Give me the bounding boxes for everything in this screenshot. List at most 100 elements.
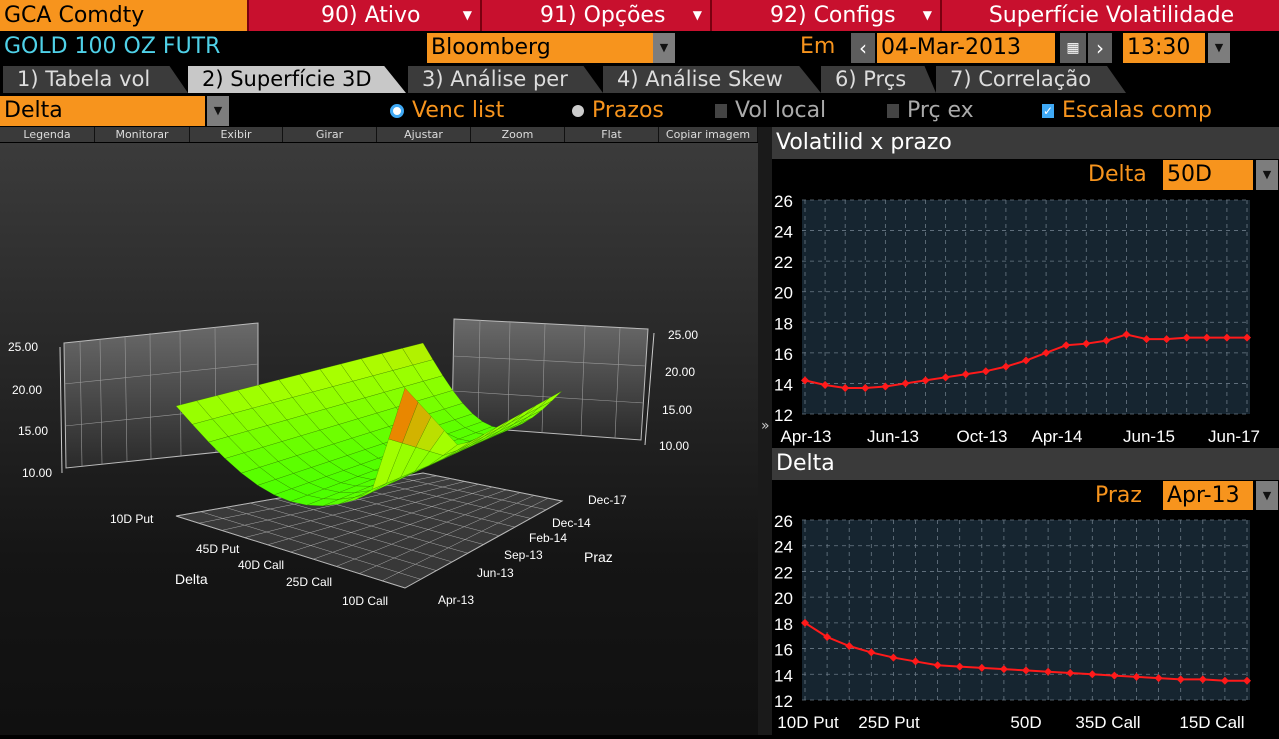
panel2-selector-label: Praz <box>1095 483 1142 508</box>
toolbar-girar[interactable]: Girar <box>283 127 377 142</box>
source-select[interactable]: Bloomberg <box>427 33 653 63</box>
y-tick-label: 22 <box>774 253 793 272</box>
y-tick-label: 18 <box>774 314 793 333</box>
window-title: Superfície Volatilidade <box>940 0 1279 31</box>
menu-ativo[interactable]: 90) Ativo ▼ <box>247 0 480 31</box>
tab-correlacao[interactable]: 7) Correlação <box>936 66 1126 93</box>
panel-delta-title: Delta <box>772 448 1279 480</box>
menu-configs[interactable]: 92) Configs ▼ <box>710 0 940 31</box>
panel1-selector-label: Delta <box>1088 162 1147 187</box>
y-tick-label: 20 <box>774 284 793 303</box>
z-axis-right: 25.00 20.00 15.00 10.00 <box>644 328 698 453</box>
x-tick-label: Oct-13 <box>956 427 1007 446</box>
delta-tick: 10D Call <box>342 594 388 608</box>
menu-ativo-label: 90) Ativo <box>321 3 421 28</box>
y-tick-label: 14 <box>774 666 793 685</box>
x-tick-label: Jun-17 <box>1208 427 1260 446</box>
toolbar-flat[interactable]: Flat <box>565 127 659 142</box>
delta-axis-label: Delta <box>175 571 208 587</box>
radio-prazos[interactable]: Prazos <box>572 96 664 126</box>
y-tick-label: 24 <box>774 538 793 557</box>
panel2-praz-select[interactable]: Apr-13 <box>1163 481 1253 511</box>
toolbar-legenda[interactable]: Legenda <box>0 127 95 142</box>
toolbar-copiar-imagem[interactable]: Copiar imagem <box>659 127 758 142</box>
checkbox-vol-local[interactable]: Vol local <box>715 96 826 126</box>
panel-vol-prazo-title: Volatilid x prazo <box>772 127 1279 159</box>
term-axis-label: Praz <box>584 549 613 565</box>
checkbox-escalas-comp[interactable]: ✓ Escalas comp <box>1042 96 1212 126</box>
chart-vol-prazo-svg: 26 24 22 20 18 16 14 12 Apr-13 Jun-13 Oct-13 Apr-14… <box>774 192 1260 446</box>
z-tick: 20.00 <box>665 365 695 379</box>
chevron-down-icon[interactable]: ▼ <box>1256 481 1278 511</box>
checkbox-icon <box>887 104 899 118</box>
x-tick-label: Jun-15 <box>1123 427 1175 446</box>
checkmark-icon: ✓ <box>1042 104 1054 118</box>
chevron-down-icon: ▼ <box>692 8 702 22</box>
z-tick: 25.00 <box>8 340 38 354</box>
mode-select[interactable]: Delta <box>0 96 205 126</box>
y-tick-label: 12 <box>774 406 793 425</box>
y-tick-label: 16 <box>774 345 793 364</box>
z-tick: 20.00 <box>12 383 42 397</box>
expand-arrows-icon[interactable]: » <box>761 418 770 434</box>
y-tick-label: 16 <box>774 641 793 660</box>
chevron-down-icon[interactable]: ▼ <box>207 96 229 126</box>
y-tick-label: 26 <box>774 192 793 211</box>
y-tick-label: 24 <box>774 223 793 242</box>
radio-venc-list[interactable]: Venc list <box>390 96 504 126</box>
chart-delta-skew: 26 24 22 20 18 16 14 12 10D Put 25D Put 50D 35D Cal… <box>772 510 1279 735</box>
panel1-delta-select[interactable]: 50D <box>1163 160 1253 190</box>
tab-analise-per[interactable]: 3) Análise per <box>408 66 603 93</box>
prev-date-button[interactable]: ‹ <box>851 33 875 63</box>
term-tick: Feb-14 <box>529 531 567 545</box>
toolbar-exibir[interactable]: Exibir <box>190 127 283 142</box>
checkbox-prc-ex[interactable]: Prç ex <box>887 96 974 126</box>
next-date-button[interactable]: › <box>1088 33 1112 63</box>
tab-superficie-3d[interactable]: 2) Superfície 3D <box>188 66 406 93</box>
delta-tick: 25D Call <box>286 575 332 589</box>
radio-icon <box>572 105 584 117</box>
tab-tabela-vol[interactable]: 1) Tabela vol <box>3 66 188 93</box>
tab-prcs[interactable]: 6) Prçs <box>821 66 936 93</box>
checkbox-icon <box>715 104 727 118</box>
menu-opcoes-label: 91) Opções <box>540 3 666 28</box>
em-label: Em <box>800 34 836 59</box>
surface-3d-plot[interactable]: 25.00 20.00 15.00 10.00 25.00 20.00 15.0… <box>0 143 758 735</box>
chart-delta-skew-svg: 26 24 22 20 18 16 14 12 10D Put 25D Put 50D 35D Cal… <box>774 512 1251 732</box>
toolbar-monitorar[interactable]: Monitorar <box>95 127 190 142</box>
z-tick: 15.00 <box>662 403 692 417</box>
time-field[interactable]: 13:30 <box>1123 33 1205 63</box>
term-tick: Apr-13 <box>438 593 474 607</box>
term-tick: Dec-17 <box>588 493 627 507</box>
chevron-down-icon: ▼ <box>922 8 932 22</box>
x-tick-label: 10D Put <box>777 713 839 732</box>
y-tick-label: 20 <box>774 589 793 608</box>
chevron-down-icon[interactable]: ▼ <box>653 33 675 63</box>
x-tick-label: 35D Call <box>1075 713 1140 732</box>
delta-tick: 10D Put <box>110 512 154 526</box>
ticker-field[interactable]: GCA Comdty <box>0 0 247 31</box>
x-tick-label: 50D <box>1010 713 1041 732</box>
date-field[interactable]: 04-Mar-2013 <box>877 33 1055 63</box>
chevron-down-icon: ▼ <box>462 8 472 22</box>
toolbar-zoom[interactable]: Zoom <box>471 127 565 142</box>
chevron-down-icon[interactable]: ▼ <box>1208 33 1230 63</box>
y-tick-label: 12 <box>774 692 793 711</box>
radio-selected-icon <box>390 104 404 118</box>
surface-3d-svg[interactable]: 25.00 20.00 15.00 10.00 25.00 20.00 15.0… <box>0 143 758 735</box>
y-tick-label: 18 <box>774 615 793 634</box>
tab-analise-skew[interactable]: 4) Análise Skew <box>603 66 821 93</box>
y-tick-label: 22 <box>774 563 793 582</box>
y-tick-label: 26 <box>774 512 793 531</box>
term-tick: Sep-13 <box>504 548 543 562</box>
term-tick: Dec-14 <box>552 516 591 530</box>
toolbar-ajustar[interactable]: Ajustar <box>377 127 471 142</box>
delta-tick: 40D Call <box>238 558 284 572</box>
y-tick-label: 14 <box>774 375 793 394</box>
chevron-down-icon[interactable]: ▼ <box>1256 160 1278 190</box>
x-tick-label: Jun-13 <box>867 427 919 446</box>
delta-tick: 45D Put <box>196 542 240 556</box>
menu-opcoes[interactable]: 91) Opções ▼ <box>480 0 710 31</box>
x-tick-label: Apr-13 <box>780 427 831 446</box>
calendar-icon[interactable]: ▦ <box>1060 33 1086 63</box>
